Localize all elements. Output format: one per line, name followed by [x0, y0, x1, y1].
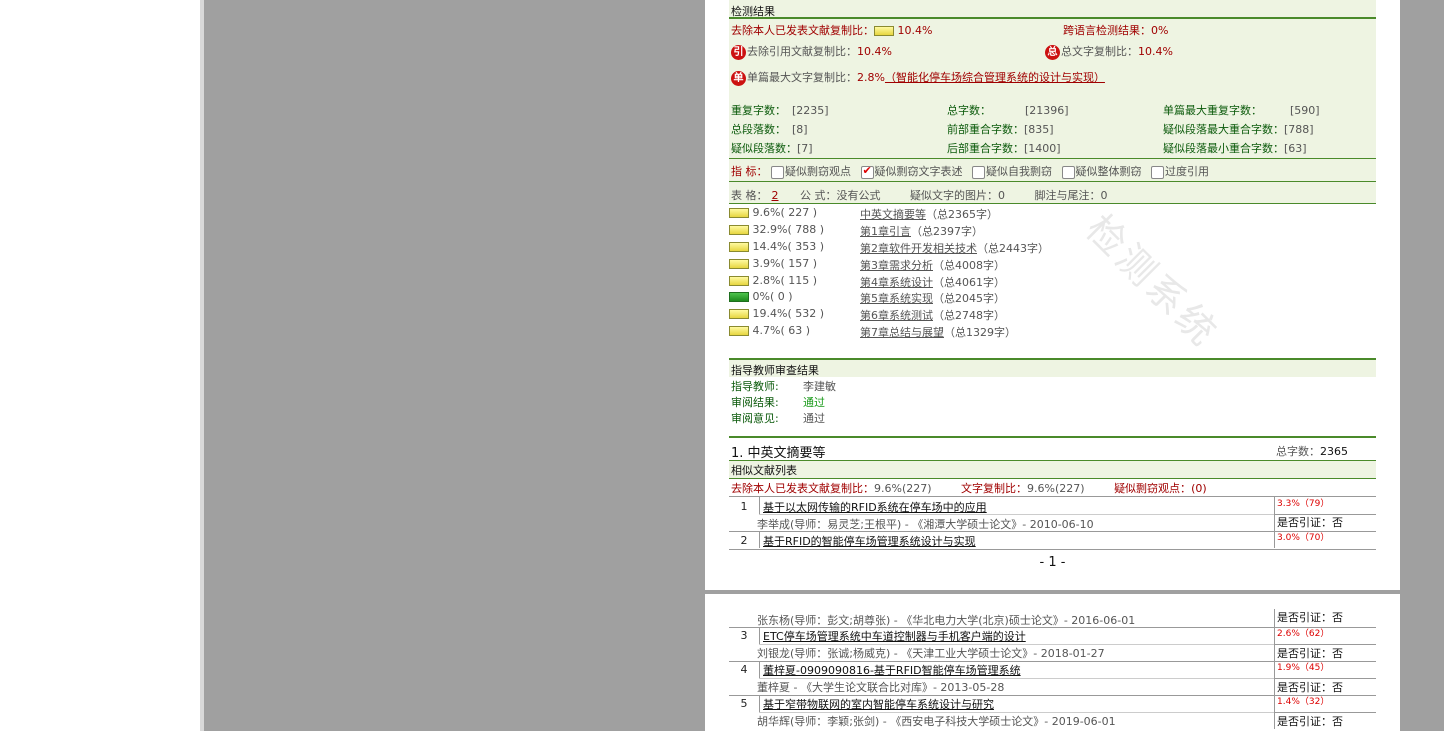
- chapter-link[interactable]: 中英文摘要等（总2365字）: [860, 206, 998, 222]
- chapter-row: 0%( 0 ): [729, 290, 793, 303]
- ref-meta: 董梓夏 - 《大学生论文联合比对库》- 2013-05-28: [757, 681, 1005, 694]
- indicator-checkbox-text-expression[interactable]: [860, 164, 874, 179]
- ref-cite-status: 是否引证：否: [1274, 712, 1376, 729]
- ref-title-link[interactable]: 基于以太网传输的RFID系统在停车场中的应用: [763, 499, 987, 515]
- chapter-bar: [729, 225, 749, 235]
- ref-percent: 2.6%（62）: [1274, 627, 1376, 644]
- ref-number: 5: [740, 697, 748, 710]
- ref-meta: 刘银龙(导师：张诚;杨威克) - 《天津工业大学硕士论文》- 2018-01-2…: [757, 647, 1105, 660]
- single-max-source-link[interactable]: （智能化停车场综合管理系统的设计与实现）: [885, 71, 1105, 84]
- ref-percent: 1.9%（45）: [1274, 661, 1376, 678]
- stat-total-chars: 总字数： [21396]: [947, 104, 1069, 117]
- review-result-label: 审阅结果:: [731, 396, 779, 409]
- similar-list-title: 相似文献列表: [731, 464, 797, 477]
- review-opinion-value: 通过: [803, 412, 825, 425]
- chapter-bar: [729, 309, 749, 319]
- excl-quote-copy-ratio: 引去除引用文献复制比：10.4%: [731, 43, 892, 60]
- review-teacher-label: 指导教师:: [731, 380, 779, 393]
- section-1: 1. 中英文摘要等 总字数：2365 相似文献列表 去除本人已发表文献复制比：9…: [729, 436, 1376, 556]
- chapter-link[interactable]: 第6章系统测试（总2748字）: [860, 307, 1005, 323]
- ref-cite-status: 是否引证：否: [1274, 609, 1376, 627]
- stat-para-max-overlap: 疑似段落最大重合字数：[788]: [1163, 123, 1314, 136]
- stat-suspect-paragraphs: 疑似段落数：[7]: [731, 142, 813, 155]
- section-1-summary: 去除本人已发表文献复制比：9.6%(227) 文字复制比：9.6%(227) 疑…: [731, 482, 1207, 495]
- ref-percent: 3.0%（70）: [1274, 531, 1376, 548]
- ref-title-link[interactable]: 基于窄带物联网的室内智能停车系统设计与研究: [763, 696, 994, 712]
- stat-single-max-repeat: 单篇最大重复字数： [590]: [1163, 104, 1320, 117]
- chapter-row: 19.4%( 532 ): [729, 307, 824, 320]
- stat-repeat-chars: 重复字数： [2235]: [731, 104, 829, 117]
- quote-badge-icon: 引: [731, 44, 746, 60]
- excl-self-bar: [874, 26, 894, 36]
- chapter-list: 9.6%( 227 ) 中英文摘要等（总2365字） 32.9%( 788 ) …: [729, 204, 1376, 344]
- ref-meta: 张东杨(导师：彭文;胡尊张) - 《华北电力大学(北京)硕士论文》- 2016-…: [757, 614, 1136, 627]
- ref-title-link[interactable]: 董梓夏-0909090816-基于RFID智能停车场管理系统: [763, 662, 1021, 678]
- ref-number: 1: [740, 500, 748, 513]
- stat-para-min-overlap: 疑似段落最小重合字数：[63]: [1163, 142, 1307, 155]
- indicator-checkbox-viewpoint[interactable]: [771, 165, 784, 179]
- stat-back-overlap: 后部重合字数：[1400]: [947, 142, 1061, 155]
- chapter-link[interactable]: 第5章系统实现（总2045字）: [860, 290, 1005, 306]
- chapter-row: 9.6%( 227 ): [729, 206, 817, 219]
- chapter-link[interactable]: 第7章总结与展望（总1329字）: [860, 324, 1016, 340]
- ref-number: 4: [740, 663, 748, 676]
- ref-percent: 3.3%（79）: [1274, 497, 1376, 514]
- indicator-row: 指 标： 疑似剽窃观点 疑似剽窃文字表述 疑似自我剽窃 疑似整体剽窃 过度引用: [731, 163, 1209, 179]
- ref-title-link[interactable]: 基于RFID的智能停车场管理系统设计与实现: [763, 533, 976, 549]
- chapter-link[interactable]: 第1章引言（总2397字）: [860, 223, 983, 239]
- review-result-value: 通过: [803, 396, 825, 409]
- report-page-2: 张东杨(导师：彭文;胡尊张) - 《华北电力大学(北京)硕士论文》- 2016-…: [705, 594, 1400, 731]
- indicator-checkbox-whole[interactable]: [1061, 165, 1075, 179]
- ref-number: 2: [740, 534, 748, 547]
- chapter-bar: [729, 326, 749, 336]
- detection-summary: 检测结果 去除本人已发表文献复制比： 10.4% 跨语言检测结果：0% 引去除引…: [729, 0, 1376, 158]
- chapter-row: 14.4%( 353 ): [729, 240, 824, 253]
- ref-cite-status: 是否引证：否: [1274, 678, 1376, 695]
- review-opinion-label: 审阅意见:: [731, 412, 779, 425]
- ref-meta: 李举成(导师：易灵芝;王根平) - 《湘潭大学硕士论文》- 2010-06-10: [757, 518, 1094, 531]
- stat-front-overlap: 前部重合字数：[835]: [947, 123, 1054, 136]
- review-teacher-value: 李建敏: [803, 380, 836, 393]
- chapter-row: 2.8%( 115 ): [729, 274, 817, 287]
- indicators-section: 指 标： 疑似剽窃观点 疑似剽窃文字表述 疑似自我剽窃 疑似整体剽窃 过度引用 …: [729, 158, 1376, 204]
- ref-meta: 胡华辉(导师：李颖;张剑) - 《西安电子科技大学硕士论文》- 2019-06-…: [757, 715, 1116, 728]
- total-copy-ratio: 总总文字复制比：10.4%: [1045, 43, 1173, 60]
- chapter-bar: [729, 259, 749, 269]
- chapter-bar: [729, 276, 749, 286]
- ref-cite-status: 是否引证：否: [1274, 514, 1376, 531]
- chapter-row: 32.9%( 788 ): [729, 223, 824, 236]
- chapter-link[interactable]: 第2章软件开发相关技术（总2443字）: [860, 240, 1049, 256]
- ref-cite-status: 是否引证：否: [1274, 644, 1376, 661]
- chapter-link[interactable]: 第3章需求分析（总4008字）: [860, 257, 1005, 273]
- review-title: 指导教师审查结果: [731, 364, 819, 377]
- chapter-link[interactable]: 第4章系统设计（总4061字）: [860, 274, 1005, 290]
- ref-percent: 1.4%（32）: [1274, 695, 1376, 712]
- section-1-title: 1. 中英文摘要等: [731, 446, 826, 461]
- left-side-panel: [0, 0, 201, 731]
- cross-language-result: 跨语言检测结果：0%: [1063, 24, 1169, 37]
- single-max-copy-ratio: 单单篇最大文字复制比：2.8%（智能化停车场综合管理系统的设计与实现）: [731, 69, 1105, 86]
- chapter-bar: [729, 208, 749, 218]
- excl-self-copy-ratio: 去除本人已发表文献复制比： 10.4%: [731, 24, 933, 37]
- teacher-review: 指导教师审查结果 指导教师: 李建敏 审阅结果: 通过 审阅意见: 通过: [729, 358, 1376, 428]
- report-page-1: 检测系统 检测结果 去除本人已发表文献复制比： 10.4% 跨语言检测结果：0%…: [705, 0, 1400, 590]
- chapter-row: 3.9%( 157 ): [729, 257, 817, 270]
- chapter-bar: [729, 292, 749, 302]
- single-badge-icon: 单: [731, 70, 746, 86]
- indicator-checkbox-self[interactable]: [972, 165, 985, 179]
- chapter-row: 4.7%( 63 ): [729, 324, 810, 337]
- page-number: - 1 -: [1039, 555, 1066, 570]
- total-badge-icon: 总: [1045, 44, 1060, 60]
- section-1-total: 总字数：2365: [1276, 445, 1348, 458]
- indicator-checkbox-overquote[interactable]: [1151, 165, 1164, 179]
- ref-title-link[interactable]: ETC停车场管理系统中车道控制器与手机客户端的设计: [763, 628, 1026, 644]
- stat-total-paragraphs: 总段落数： [8]: [731, 123, 808, 136]
- chapter-bar: [729, 242, 749, 252]
- table-formula-row: 表 格： 2 公 式：没有公式 疑似文字的图片：0 脚注与尾注：0: [731, 189, 1108, 202]
- similar-literature-list-continued: 张东杨(导师：彭文;胡尊张) - 《华北电力大学(北京)硕士论文》- 2016-…: [729, 594, 1376, 731]
- ref-number: 3: [740, 629, 748, 642]
